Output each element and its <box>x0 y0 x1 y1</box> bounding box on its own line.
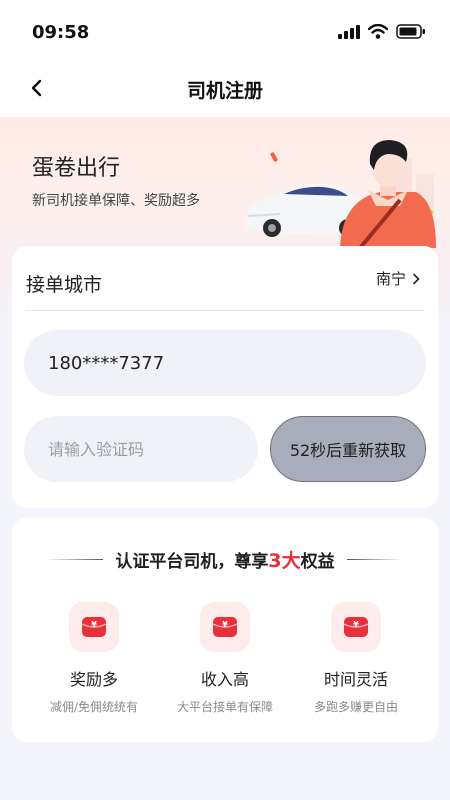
benefit-subtitle: 多跑多赚更自由 <box>313 700 398 714</box>
benefit-title: 收入高 <box>200 670 249 689</box>
benefit-title: 奖励多 <box>69 670 118 689</box>
signal-icon <box>338 24 360 39</box>
heading-before: 认证平台司机，尊享 <box>115 552 269 572</box>
city-value: 南宁 <box>375 270 406 288</box>
benefit-item-flexible-time: ¥ 时间灵活 多跑多赚更自由 <box>286 602 426 715</box>
city-label: 接单城市 <box>26 274 103 296</box>
chevron-right-icon <box>413 273 420 284</box>
red-envelope-yuan-icon: ¥ <box>69 602 119 652</box>
benefit-item-rewards: ¥ 奖励多 减佣/免佣统统有 <box>24 602 164 715</box>
verification-code-input[interactable] <box>24 416 258 482</box>
brand-subtitle: 新司机接单保障、奖励超多 <box>32 193 200 209</box>
page-title: 司机注册 <box>186 80 263 102</box>
status-icons <box>338 24 426 39</box>
red-envelope-yuan-icon: ¥ <box>200 602 250 652</box>
resend-code-button[interactable]: 52秒后重新获取 <box>270 416 426 482</box>
status-bar: 09:58 <box>0 0 450 62</box>
heading-highlight: 3大 <box>268 550 301 572</box>
driver-car-illustration <box>244 140 436 248</box>
heading-left-line <box>47 559 104 560</box>
status-time: 09:58 <box>32 22 90 43</box>
red-envelope-yuan-icon: ¥ <box>331 602 381 652</box>
benefits-heading-text: 认证平台司机，尊享3大权益 <box>115 546 334 573</box>
benefit-subtitle: 大平台接单有保障 <box>176 700 273 714</box>
heading-right-line <box>346 559 403 560</box>
benefits-heading: 认证平台司机，尊享3大权益 <box>12 546 438 573</box>
heading-after: 权益 <box>300 552 335 572</box>
benefits-card: 认证平台司机，尊享3大权益 ¥ 奖励多 减佣/免佣统统有 ¥ 收入高 大平台接单… <box>12 518 438 742</box>
battery-icon <box>396 24 425 39</box>
registration-form-card: 接单城市 南宁 52秒后重新获取 <box>12 246 438 508</box>
benefit-subtitle: 减佣/免佣统统有 <box>49 700 139 714</box>
brand-title: 蛋卷出行 <box>32 156 121 181</box>
nav-bar: 司机注册 <box>0 62 450 116</box>
benefit-item-income: ¥ 收入高 大平台接单有保障 <box>155 602 295 715</box>
phone-input[interactable] <box>24 330 426 396</box>
city-selector[interactable]: 南宁 <box>376 268 420 289</box>
divider <box>26 310 424 311</box>
svg-text:¥: ¥ <box>91 620 97 629</box>
svg-text:¥: ¥ <box>222 620 228 629</box>
svg-text:¥: ¥ <box>353 620 359 629</box>
benefit-title: 时间灵活 <box>323 670 388 689</box>
wifi-icon <box>368 24 388 39</box>
